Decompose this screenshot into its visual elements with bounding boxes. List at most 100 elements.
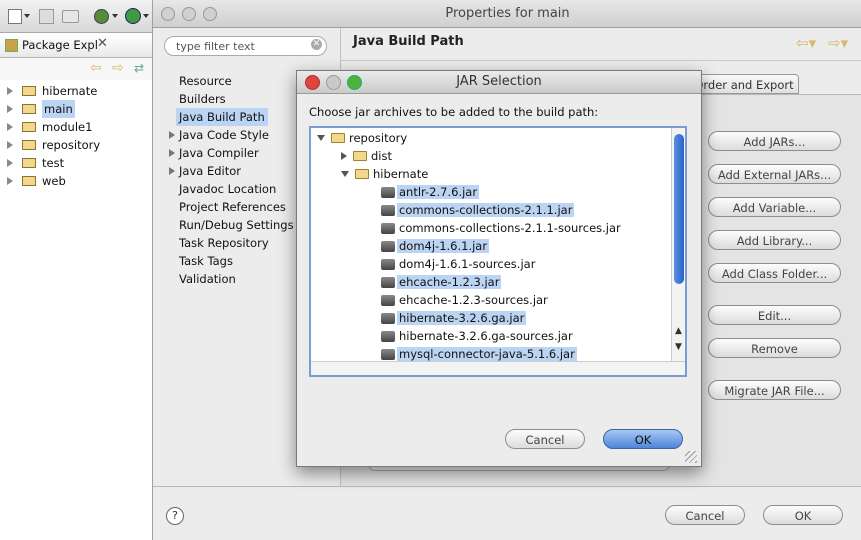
tree-folder[interactable]: hibernate xyxy=(341,165,428,183)
collapse-icon[interactable] xyxy=(341,171,349,177)
new-icon[interactable] xyxy=(8,9,22,24)
side-button[interactable]: Migrate JAR File... xyxy=(708,380,841,400)
forward-arrow-icon[interactable]: ⇨ xyxy=(112,60,124,76)
properties-cancel-button[interactable]: Cancel xyxy=(665,505,745,525)
jar-tree-content: repository dist hibernate antlr-2.7.6.jar co… xyxy=(311,128,671,364)
jar-icon xyxy=(381,187,395,198)
scrollbar-thumb[interactable] xyxy=(674,134,684,284)
folder-icon xyxy=(22,122,36,132)
jar-file-item[interactable]: antlr-2.7.6.jar xyxy=(381,183,480,201)
link-icon[interactable]: ⇄ xyxy=(134,61,144,75)
nav-item-label: Resource xyxy=(179,74,232,88)
package-icon xyxy=(5,39,18,52)
folder-icon xyxy=(22,140,36,150)
side-button[interactable]: Add Variable... xyxy=(708,197,841,217)
nav-item-label: Task Repository xyxy=(179,236,269,250)
jar-file-item[interactable]: dom4j-1.6.1-sources.jar xyxy=(381,255,535,273)
horizontal-scrollbar[interactable] xyxy=(311,361,685,375)
explorer-nav-bar: ⇦ ⇨ ⇄ xyxy=(0,58,152,81)
nav-item-label: Project References xyxy=(179,200,286,214)
expand-icon[interactable] xyxy=(7,87,13,95)
chevron-down-icon[interactable] xyxy=(112,14,118,18)
clear-filter-icon[interactable]: ✕ xyxy=(311,39,322,50)
filter-input[interactable]: type filter text ✕ xyxy=(164,36,327,56)
jar-selection-dialog: JAR Selection Choose jar archives to be … xyxy=(296,70,702,467)
jar-icon xyxy=(381,223,395,234)
jar-file-item[interactable]: hibernate-3.2.6.ga.jar xyxy=(381,309,527,327)
jar-file-item[interactable]: hibernate-3.2.6.ga-sources.jar xyxy=(381,327,573,345)
properties-titlebar: Properties for main xyxy=(153,0,861,28)
nav-item-label: Builders xyxy=(179,92,226,106)
help-button[interactable]: ? xyxy=(166,507,184,525)
folder-icon xyxy=(22,176,36,186)
side-button[interactable]: Add Class Folder... xyxy=(708,263,841,283)
jar-file-item[interactable]: dom4j-1.6.1.jar xyxy=(381,237,490,255)
project-label: web xyxy=(42,174,66,188)
dialog-cancel-button[interactable]: Cancel xyxy=(505,429,585,449)
side-button[interactable]: Edit... xyxy=(708,305,841,325)
jar-file-label: hibernate-3.2.6.ga.jar xyxy=(397,311,527,325)
tab-order-export[interactable]: Order and Export xyxy=(689,74,799,94)
collapse-icon[interactable] xyxy=(317,135,325,141)
print-icon[interactable] xyxy=(62,10,79,23)
side-button[interactable]: Remove xyxy=(708,338,841,358)
back-arrow-icon[interactable]: ⇦ xyxy=(90,60,102,76)
project-item[interactable]: main xyxy=(0,100,152,118)
jar-file-item[interactable]: ehcache-1.2.3-sources.jar xyxy=(381,291,548,309)
package-explorer-tab[interactable]: Package Expl ✕ xyxy=(0,33,152,58)
jar-file-label: antlr-2.7.6.jar xyxy=(397,185,480,199)
jar-file-item[interactable]: ehcache-1.2.3.jar xyxy=(381,273,502,291)
debug-icon[interactable] xyxy=(94,9,109,24)
resize-grip-icon[interactable] xyxy=(685,451,697,463)
expand-icon[interactable] xyxy=(7,123,13,131)
filter-placeholder: type filter text xyxy=(176,40,255,53)
dialog-title: JAR Selection xyxy=(456,74,542,89)
dialog-ok-button[interactable]: OK xyxy=(603,429,683,449)
page-title: Java Build Path xyxy=(353,34,464,49)
expand-icon[interactable] xyxy=(7,141,13,149)
project-label: module1 xyxy=(42,120,93,134)
expand-icon[interactable] xyxy=(7,105,13,113)
expand-icon[interactable] xyxy=(169,131,175,139)
nav-item-label: Java Build Path xyxy=(176,108,268,126)
project-item[interactable]: repository xyxy=(0,136,152,154)
chevron-down-icon[interactable] xyxy=(24,14,30,18)
jar-file-label: commons-collections-2.1.1.jar xyxy=(397,203,575,217)
folder-icon xyxy=(355,169,369,179)
properties-ok-button[interactable]: OK xyxy=(763,505,843,525)
project-label: test xyxy=(42,156,65,170)
chevron-down-icon[interactable] xyxy=(143,14,149,18)
close-icon[interactable]: ✕ xyxy=(97,36,108,51)
run-icon[interactable] xyxy=(125,8,141,24)
side-button[interactable]: Add JARs... xyxy=(708,131,841,151)
side-button[interactable]: Add Library... xyxy=(708,230,841,250)
folder-icon xyxy=(353,151,367,161)
scroll-up-icon[interactable]: ▲ xyxy=(675,326,682,336)
project-item[interactable]: module1 xyxy=(0,118,152,136)
vertical-scrollbar[interactable]: ▲ ▼ xyxy=(671,128,685,361)
save-icon[interactable] xyxy=(39,9,54,24)
jar-icon xyxy=(381,295,395,306)
project-item[interactable]: web xyxy=(0,172,152,190)
expand-icon[interactable] xyxy=(341,152,347,160)
tree-folder[interactable]: dist xyxy=(341,147,392,165)
tree-folder[interactable]: repository xyxy=(317,129,407,147)
folder-icon xyxy=(22,158,36,168)
properties-title: Properties for main xyxy=(445,6,570,21)
back-arrow-icon[interactable]: ⇦▾ xyxy=(796,34,816,52)
folder-icon xyxy=(331,133,345,143)
package-explorer-label: Package Expl xyxy=(22,38,98,52)
expand-icon[interactable] xyxy=(7,177,13,185)
expand-icon[interactable] xyxy=(169,149,175,157)
expand-icon[interactable] xyxy=(169,167,175,175)
project-item[interactable]: hibernate xyxy=(0,82,152,100)
forward-arrow-icon[interactable]: ⇨▾ xyxy=(828,34,848,52)
nav-item-label: Validation xyxy=(179,272,236,286)
project-item[interactable]: test xyxy=(0,154,152,172)
folder-icon xyxy=(22,86,36,96)
jar-file-item[interactable]: commons-collections-2.1.1.jar xyxy=(381,201,575,219)
side-button[interactable]: Add External JARs... xyxy=(708,164,841,184)
expand-icon[interactable] xyxy=(7,159,13,167)
jar-file-item[interactable]: commons-collections-2.1.1-sources.jar xyxy=(381,219,621,237)
scroll-down-icon[interactable]: ▼ xyxy=(675,342,682,352)
